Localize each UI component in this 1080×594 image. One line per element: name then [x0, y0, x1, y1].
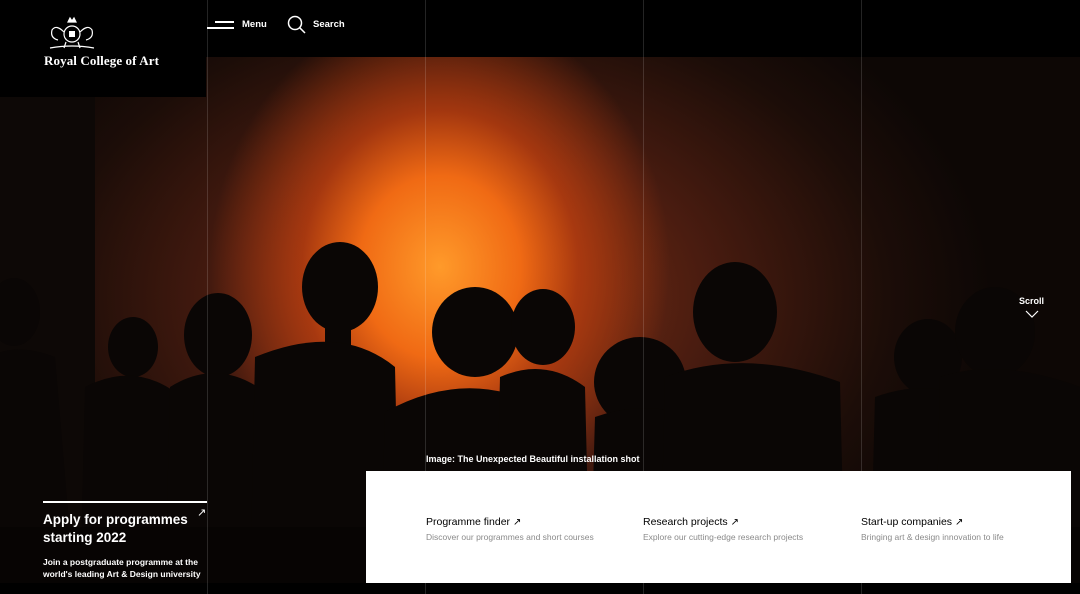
- research-projects-link[interactable]: Research projects ↗ Explore our cutting-e…: [643, 516, 803, 542]
- startup-companies-link[interactable]: Start-up companies ↗ Bringing art & desig…: [861, 516, 1004, 542]
- link-description: Explore our cutting-edge research projec…: [643, 532, 804, 542]
- search-icon: [287, 15, 306, 34]
- crest-icon: [49, 16, 95, 49]
- grid-line: [425, 0, 426, 594]
- link-title: Start-up companies ↗: [861, 516, 964, 528]
- apply-title-link[interactable]: Apply for programmes starting 2022: [43, 511, 203, 547]
- scroll-label: Scroll: [1019, 296, 1045, 306]
- arrow-up-right-icon: ↗: [955, 517, 964, 528]
- logo-text: Royal College of Art: [44, 53, 160, 68]
- hamburger-icon: [207, 18, 235, 30]
- arrow-up-right-icon: ↗: [513, 517, 522, 528]
- chevron-down-icon: [1025, 310, 1038, 318]
- grid-line: [643, 0, 644, 594]
- apply-description: Join a postgraduate programme at the wor…: [43, 557, 201, 579]
- link-title: Research projects ↗: [643, 516, 740, 528]
- search-button[interactable]: Search: [287, 14, 345, 34]
- menu-button[interactable]: Menu: [207, 14, 267, 34]
- bottom-strip: [0, 583, 1080, 594]
- search-label: Search: [313, 18, 345, 30]
- image-caption: Image: The Unexpected Beautiful installa…: [426, 454, 640, 464]
- logo-block[interactable]: Royal College of Art: [0, 0, 206, 97]
- arrow-up-right-icon: ↗: [197, 507, 207, 519]
- scroll-indicator[interactable]: Scroll: [1019, 296, 1044, 318]
- menu-label: Menu: [242, 18, 267, 30]
- link-title: Programme finder ↗: [426, 516, 522, 528]
- grid-line: [207, 0, 208, 594]
- programme-finder-link[interactable]: Programme finder ↗ Discover our programme…: [426, 516, 594, 542]
- page: Royal College of Art Menu Search Scroll …: [0, 0, 1080, 594]
- apply-divider: [43, 501, 207, 503]
- link-description: Discover our programmes and short course…: [426, 532, 594, 542]
- grid-line: [861, 0, 862, 594]
- link-description: Bringing art & design innovation to life: [861, 532, 1004, 542]
- arrow-up-right-icon: ↗: [730, 517, 740, 528]
